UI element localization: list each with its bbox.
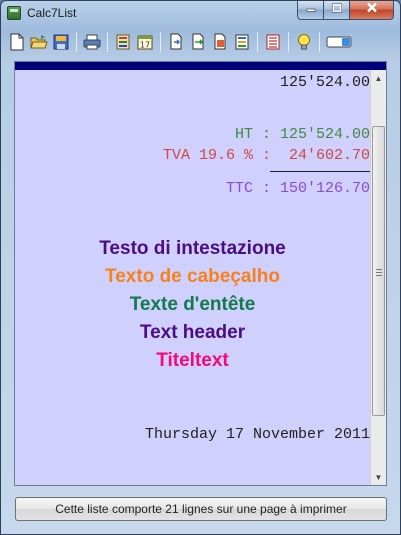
edit-icon (214, 33, 226, 50)
close-button[interactable] (350, 1, 394, 20)
color-list-button[interactable] (232, 32, 252, 52)
print-icon (83, 34, 101, 50)
ttc-line: TTC : 150'126.70 (226, 180, 370, 197)
document-header-bar (15, 62, 386, 70)
total-divider (270, 171, 370, 172)
tips-button[interactable] (294, 32, 314, 52)
header-italian: Testo di intestazione (99, 238, 286, 259)
ht-line: HT : 125'524.00 (235, 126, 370, 143)
export-button[interactable] (188, 32, 208, 52)
document-content: 125'524.00 HT : 125'524.00 TVA 19.6 % : … (15, 70, 370, 485)
list-icon (266, 34, 280, 50)
list-button[interactable] (263, 32, 283, 52)
ht-label: HT : (234, 126, 271, 143)
header-portuguese: Texto de cabeçalho (105, 266, 280, 287)
ttc-value: 150'126.70 (279, 180, 370, 197)
report-date: Thursday 17 November 2011 (144, 426, 370, 443)
new-button[interactable] (7, 32, 27, 52)
chevron-up-icon: ▲ (374, 73, 383, 83)
app-window: Calc7List 17 125'524.00 HT: 125'524.00 … (0, 0, 401, 535)
open-folder-icon (30, 35, 48, 49)
calculator-button[interactable] (113, 32, 133, 52)
toolbar-separator (257, 32, 258, 52)
lightbulb-icon (298, 34, 310, 50)
save-button[interactable] (51, 32, 71, 52)
tva-line: TVA 19.6 % : 24'602.70 (163, 147, 370, 164)
minimize-icon (306, 8, 315, 12)
scroll-thumb[interactable] (372, 126, 385, 416)
toggle-icon (326, 36, 352, 48)
header-english: Text header (139, 322, 246, 343)
title-bar[interactable]: Calc7List (1, 1, 400, 25)
maximize-icon (331, 3, 342, 13)
copy-button[interactable] (166, 32, 186, 52)
calculator-icon (116, 34, 130, 50)
svg-text:17: 17 (140, 41, 150, 50)
status-button[interactable]: Cette liste comporte 21 lignes sur une p… (15, 497, 387, 521)
toolbar-separator (288, 32, 289, 52)
toolbar: 17 (7, 29, 395, 55)
toolbar-separator (160, 32, 161, 52)
maximize-button[interactable] (324, 1, 350, 20)
scroll-down-button[interactable]: ▼ (371, 469, 386, 485)
calendar-button[interactable]: 17 (135, 32, 155, 52)
tva-value: 24'602.70 (288, 147, 370, 164)
ttc-label: TTC : (225, 180, 271, 197)
window-controls (297, 1, 394, 21)
close-icon (366, 2, 377, 13)
subtotal-value: 125'524.00 (279, 74, 370, 91)
toggle-button[interactable] (325, 32, 353, 52)
tva-label: TVA 19.6 % : (162, 147, 271, 164)
edit-button[interactable] (210, 32, 230, 52)
ht-value: 125'524.00 (279, 126, 370, 143)
window-title: Calc7List (27, 6, 77, 20)
minimize-button[interactable] (297, 1, 324, 20)
header-german: Titeltext (156, 350, 229, 371)
toolbar-separator (76, 32, 77, 52)
toolbar-separator (319, 32, 320, 52)
new-doc-icon (10, 33, 24, 51)
print-button[interactable] (82, 32, 102, 52)
color-list-icon (235, 34, 249, 50)
scroll-up-button[interactable]: ▲ (371, 70, 386, 86)
vertical-scrollbar[interactable]: ▲ ▼ (370, 70, 386, 485)
grip-icon (376, 269, 382, 276)
export-icon (192, 33, 204, 50)
app-icon (7, 6, 21, 20)
open-button[interactable] (29, 32, 49, 52)
document-preview[interactable]: 125'524.00 HT : 125'524.00 TVA 19.6 % : … (14, 61, 387, 486)
calendar-icon: 17 (137, 35, 153, 50)
chevron-down-icon: ▼ (374, 472, 383, 482)
toolbar-separator (107, 32, 108, 52)
header-french: Texte d'entête (129, 294, 256, 315)
save-icon (53, 34, 69, 50)
copy-icon (170, 33, 182, 50)
